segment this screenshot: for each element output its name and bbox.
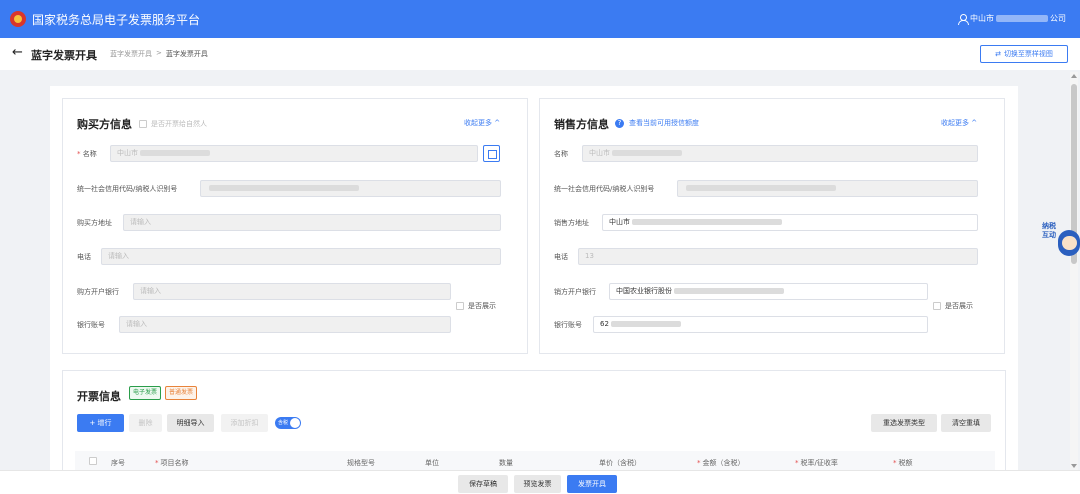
save-draft-button[interactable]: 保存草稿 bbox=[458, 475, 508, 493]
buyer-lookup-icon[interactable] bbox=[483, 145, 500, 162]
breadcrumb-separator: > bbox=[156, 49, 162, 57]
buyer-phone-label: 电话 bbox=[77, 253, 91, 261]
scroll-up-icon[interactable] bbox=[1071, 74, 1077, 78]
delete-button[interactable]: 删除 bbox=[129, 414, 162, 432]
buyer-taxid-field[interactable] bbox=[200, 180, 501, 197]
column-header: 单价（含税） bbox=[599, 459, 641, 467]
checkbox[interactable] bbox=[933, 302, 941, 310]
seller-show-option[interactable]: 是否展示 bbox=[933, 301, 973, 311]
buyer-name-label: * 名称 bbox=[77, 150, 97, 158]
seller-name-field[interactable]: 中山市 bbox=[582, 145, 978, 162]
user-name-suffix: 公司 bbox=[1050, 14, 1066, 23]
preview-button[interactable]: 预览发票 bbox=[514, 475, 561, 493]
column-header: 单位 bbox=[425, 459, 439, 467]
breadcrumb: 蓝字发票开具 > 蓝字发票开具 bbox=[110, 49, 208, 59]
redacted-text bbox=[996, 15, 1048, 22]
breadcrumb-current: 蓝字发票开具 bbox=[165, 50, 208, 58]
buyer-account-label: 银行账号 bbox=[77, 321, 105, 329]
seller-collapse-link[interactable]: 收起更多 ^ bbox=[941, 118, 977, 128]
assistant-robot-icon[interactable]: 纳税互动 bbox=[1040, 218, 1080, 264]
buyer-section: 购买方信息 是否开票给自然人 收起更多 ^ * 名称 中山市 统一社会信用代码/… bbox=[62, 98, 528, 354]
column-header: * 税额 bbox=[893, 459, 913, 467]
seller-account-label: 银行账号 bbox=[554, 321, 582, 329]
seller-phone-label: 电话 bbox=[554, 253, 568, 261]
column-header: 序号 bbox=[111, 459, 125, 467]
normal-invoice-tag: 普通发票 bbox=[165, 386, 198, 400]
column-header: * 项目名称 bbox=[155, 459, 189, 467]
tax-inclusive-toggle[interactable]: 含税 bbox=[275, 417, 301, 429]
help-icon[interactable]: ? bbox=[615, 118, 624, 128]
buyer-taxid-label: 统一社会信用代码/纳税人识别号 bbox=[77, 185, 178, 193]
seller-bank-field[interactable]: 中国农业银行股份 bbox=[609, 283, 928, 300]
quota-link[interactable]: 查看当前可用授信额度 bbox=[629, 118, 699, 128]
buyer-account-field[interactable]: 请输入 bbox=[119, 316, 451, 333]
electronic-invoice-tag: 电子发票 bbox=[129, 386, 162, 400]
swap-icon: ⇄ bbox=[995, 50, 1001, 58]
add-row-button[interactable]: + 增行 bbox=[77, 414, 124, 432]
buyer-bank-field[interactable]: 请输入 bbox=[133, 283, 451, 300]
buyer-bank-label: 购方开户银行 bbox=[77, 288, 119, 296]
seller-address-field[interactable]: 中山市 bbox=[602, 214, 978, 231]
column-header: 规格型号 bbox=[347, 459, 375, 467]
seller-account-field[interactable]: 62 bbox=[593, 316, 928, 333]
table-header: 序号 * 项目名称 规格型号 单位 数量 单价（含税） * 金额（含税） * 税率/征… bbox=[75, 451, 995, 471]
buyer-name-field[interactable]: 中山市 bbox=[110, 145, 478, 162]
buyer-show-label: 是否展示 bbox=[468, 302, 496, 310]
user-menu[interactable]: 中山市 公司 bbox=[958, 13, 1066, 25]
buyer-collapse-link[interactable]: 收起更多 ^ bbox=[464, 118, 500, 128]
buyer-show-option[interactable]: 是否展示 bbox=[456, 301, 496, 311]
clear-button[interactable]: 清空重填 bbox=[941, 414, 991, 432]
seller-section: 销售方信息 ? 查看当前可用授信额度 收起更多 ^ 名称 中山市 统一社会信用代… bbox=[539, 98, 1005, 354]
page-header: ← 蓝字发票开具 蓝字发票开具 > 蓝字发票开具 ⇄ 切换至票样视图 bbox=[0, 38, 1080, 70]
issue-invoice-button[interactable]: 发票开具 bbox=[567, 475, 617, 493]
add-discount-button[interactable]: 添加折扣 bbox=[221, 414, 268, 432]
robot-face bbox=[1062, 236, 1077, 250]
buyer-address-label: 购买方地址 bbox=[77, 219, 112, 227]
buyer-title: 购买方信息 bbox=[77, 118, 132, 131]
column-header: * 金额（含税） bbox=[697, 459, 745, 467]
switch-view-button[interactable]: ⇄ 切换至票样视图 bbox=[980, 45, 1068, 63]
seller-address-label: 销售方地址 bbox=[554, 219, 589, 227]
natural-person-label: 是否开票给自然人 bbox=[151, 120, 207, 128]
column-header: 数量 bbox=[499, 459, 513, 467]
footer-bar: 保存草稿 预览发票 发票开具 bbox=[0, 470, 1080, 494]
buyer-phone-field[interactable]: 请输入 bbox=[101, 248, 501, 265]
checkbox[interactable] bbox=[139, 120, 147, 128]
import-details-button[interactable]: 明细导入 bbox=[167, 414, 214, 432]
checkbox[interactable] bbox=[456, 302, 464, 310]
user-name: 中山市 bbox=[970, 14, 994, 23]
tax-emblem-icon bbox=[10, 11, 26, 27]
seller-name-label: 名称 bbox=[554, 150, 568, 158]
back-arrow-icon[interactable]: ← bbox=[12, 45, 23, 60]
natural-person-option[interactable]: 是否开票给自然人 bbox=[139, 119, 207, 129]
seller-show-label: 是否展示 bbox=[945, 302, 973, 310]
page-title: 蓝字发票开具 bbox=[31, 49, 97, 62]
seller-taxid-field[interactable] bbox=[677, 180, 978, 197]
vertical-scrollbar[interactable] bbox=[1070, 72, 1078, 470]
breadcrumb-item[interactable]: 蓝字发票开具 bbox=[110, 49, 152, 59]
assistant-label: 纳税互动 bbox=[1042, 222, 1056, 239]
seller-title: 销售方信息 bbox=[554, 118, 609, 131]
invoice-section: 开票信息 电子发票 普通发票 + 增行 删除 明细导入 添加折扣 含税 重选发票… bbox=[62, 370, 1006, 471]
seller-phone-field[interactable]: 13 bbox=[578, 248, 978, 265]
column-header: * 税率/征收率 bbox=[795, 459, 838, 467]
quota-info: ? 查看当前可用授信额度 bbox=[615, 118, 699, 128]
select-all-checkbox[interactable] bbox=[89, 457, 97, 465]
reselect-type-button[interactable]: 重选发票类型 bbox=[871, 414, 937, 432]
switch-view-label: 切换至票样视图 bbox=[1003, 50, 1053, 58]
top-bar: 国家税务总局电子发票服务平台 中山市 公司 bbox=[0, 0, 1080, 38]
buyer-address-field[interactable]: 请输入 bbox=[123, 214, 501, 231]
user-icon bbox=[958, 14, 969, 25]
seller-bank-label: 销方开户银行 bbox=[554, 288, 596, 296]
seller-taxid-label: 统一社会信用代码/纳税人识别号 bbox=[554, 185, 655, 193]
invoice-form-card: 购买方信息 是否开票给自然人 收起更多 ^ * 名称 中山市 统一社会信用代码/… bbox=[50, 86, 1018, 471]
app-title: 国家税务总局电子发票服务平台 bbox=[32, 12, 201, 27]
invoice-title: 开票信息 bbox=[77, 390, 121, 403]
scroll-down-icon[interactable] bbox=[1071, 464, 1077, 468]
